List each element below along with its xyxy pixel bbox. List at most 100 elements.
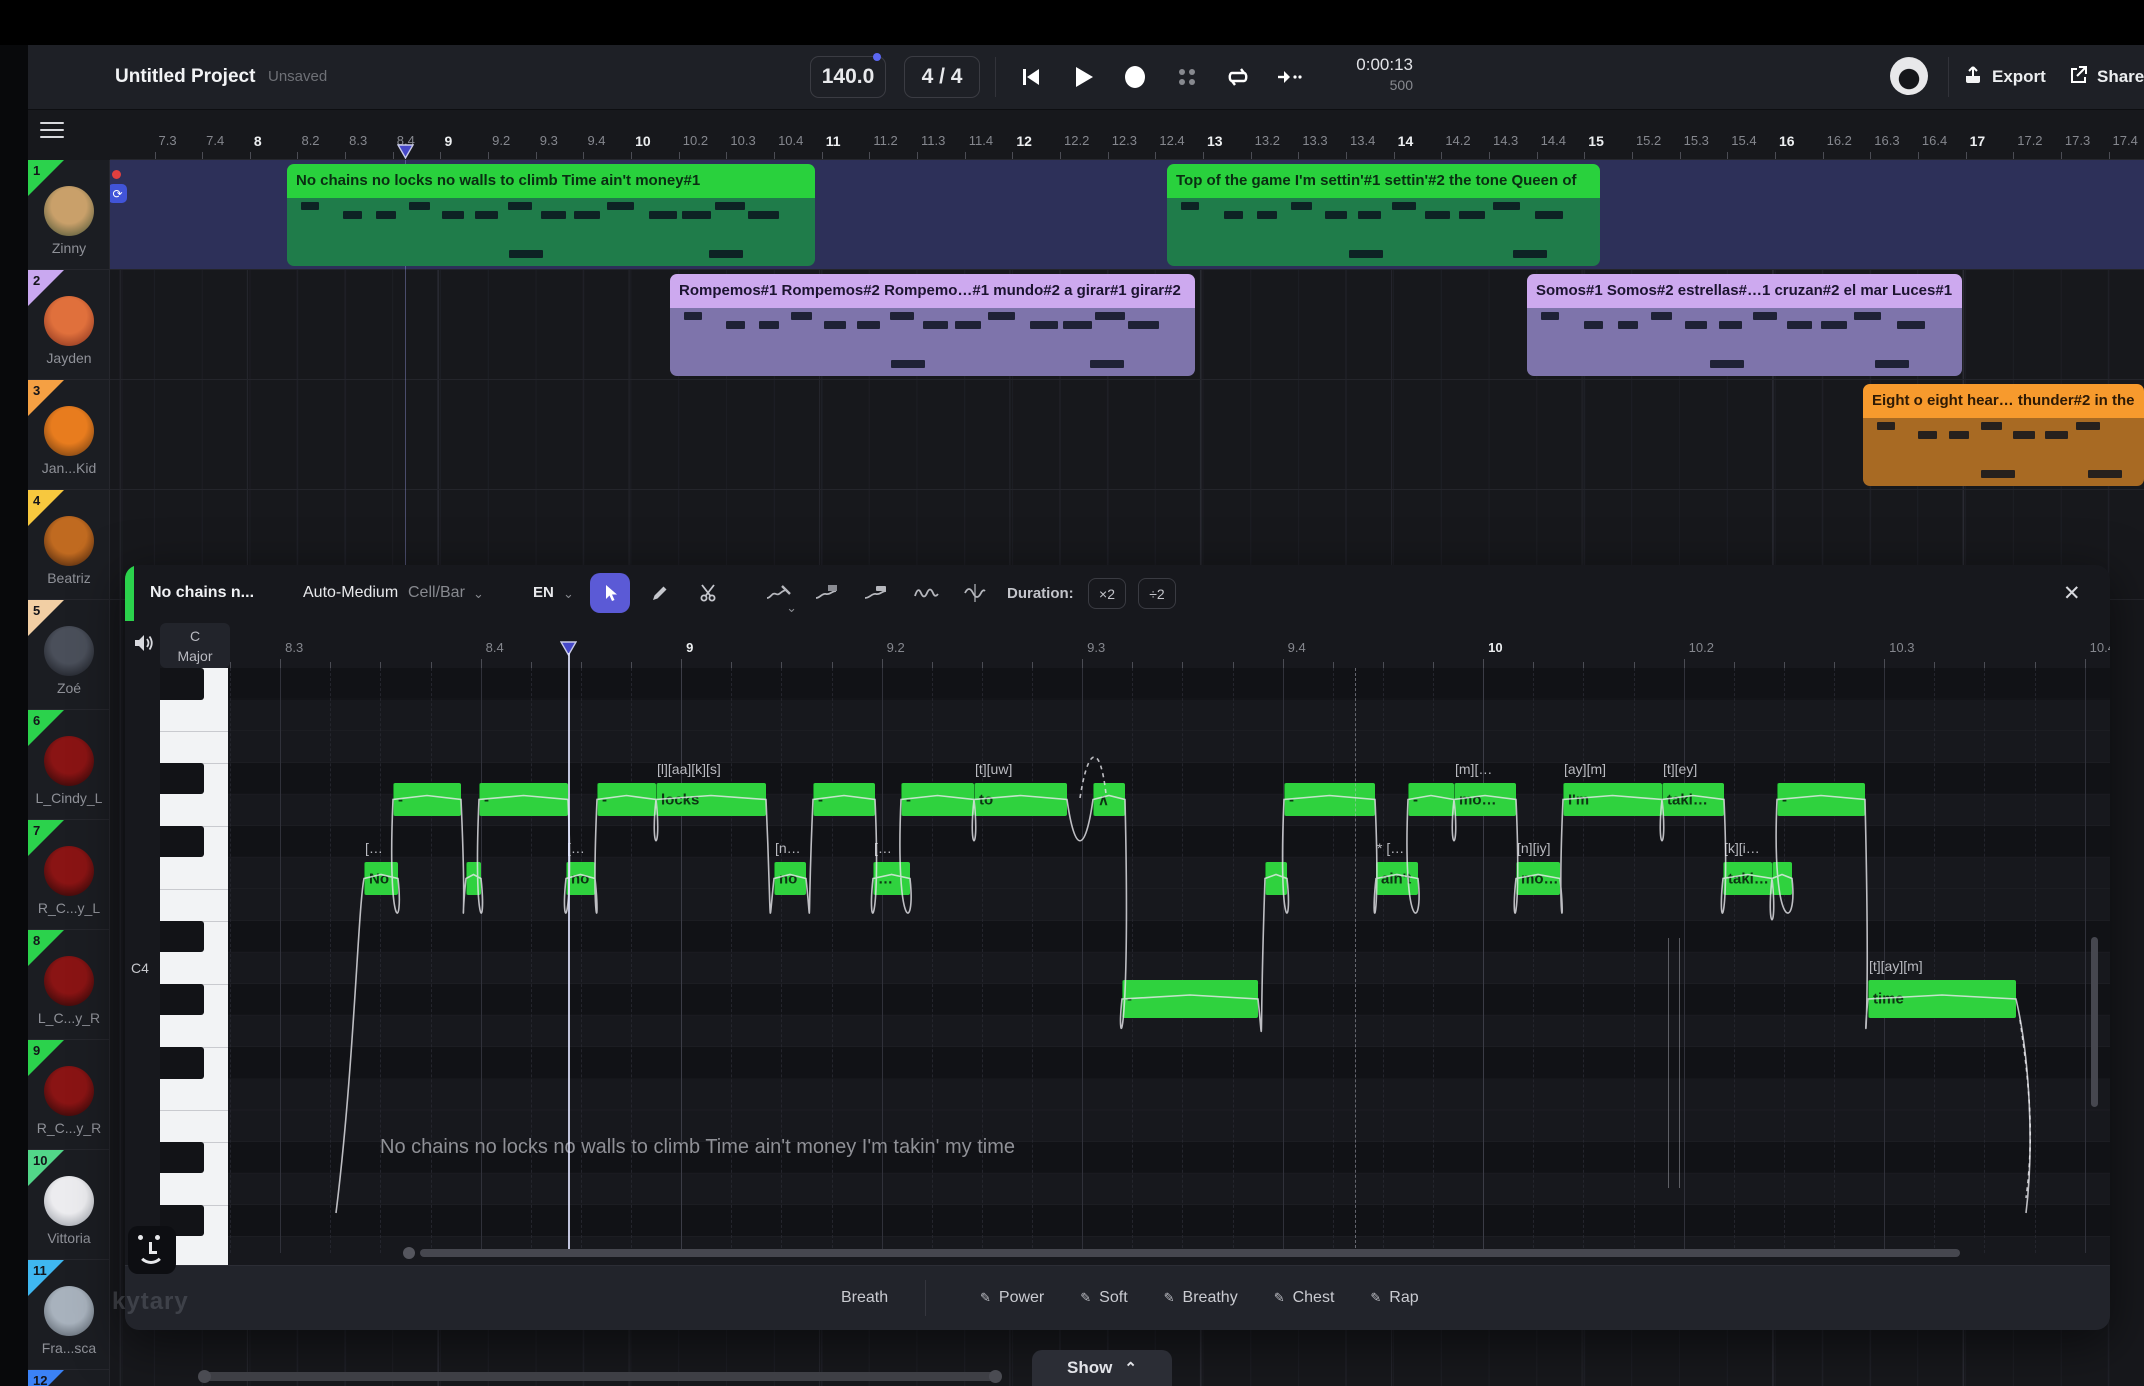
user-avatar[interactable]	[1890, 57, 1928, 95]
track-tile-L_Cindy_L[interactable]: 6L_Cindy_L	[28, 710, 110, 820]
black-key[interactable]	[160, 668, 204, 700]
clip-green[interactable]: Top of the game I'm settin'#1 settin'#2 …	[1167, 164, 1600, 266]
loop-button[interactable]	[1220, 59, 1256, 95]
style-tag-soft[interactable]: ✎Soft	[1080, 1289, 1127, 1307]
language-selector[interactable]: EN	[533, 584, 554, 601]
track-avatar[interactable]	[44, 186, 94, 236]
note[interactable]	[1772, 862, 1792, 895]
black-key[interactable]	[160, 921, 204, 953]
track-avatar[interactable]	[44, 846, 94, 896]
style-tag-chest[interactable]: ✎Chest	[1274, 1289, 1335, 1307]
bottom-scrollbar[interactable]	[202, 1372, 998, 1381]
note[interactable]: -	[1408, 783, 1454, 816]
track-tile-Jan...Kid[interactable]: 3Jan...Kid	[28, 380, 110, 490]
speaker-icon[interactable]	[133, 633, 155, 658]
note[interactable]: taki…[k][i…	[1723, 862, 1772, 895]
note[interactable]: taki…[t][ey]	[1662, 783, 1724, 816]
scissors-tool-button[interactable]	[690, 573, 730, 613]
clip-purple[interactable]: Somos#1 Somos#2 estrellas#…1 cruzan#2 el…	[1527, 274, 1962, 376]
track-tile-R_C...y_R[interactable]: 9R_C...y_R	[28, 1040, 110, 1150]
piano-keys[interactable]	[160, 668, 228, 1268]
clip-orange[interactable]: Eight o eight hear… thunder#2 in the	[1863, 384, 2144, 486]
black-key[interactable]	[160, 826, 204, 858]
select-tool-button[interactable]	[590, 573, 630, 613]
track-avatar[interactable]	[44, 406, 94, 456]
menu-button[interactable]	[40, 122, 64, 140]
note[interactable]: no[…	[566, 862, 595, 895]
editor-mode-sub-label[interactable]: Cell/Bar	[408, 584, 465, 602]
pitch-transition-tool-button[interactable]	[955, 573, 995, 613]
track-avatar[interactable]	[44, 1176, 94, 1226]
track-tile-Vittoria[interactable]: 10Vittoria	[28, 1150, 110, 1260]
pitch-line-tool-button[interactable]: ⌄	[758, 573, 798, 613]
track-loop-badge[interactable]: ⟳	[110, 184, 127, 203]
record-button[interactable]	[1117, 59, 1153, 95]
note[interactable]: -	[1777, 783, 1865, 816]
track-lane[interactable]	[110, 380, 2144, 490]
track-tile-R_C...y_L[interactable]: 7R_C...y_L	[28, 820, 110, 930]
pitch-erase-tool-button[interactable]	[856, 573, 896, 613]
track-avatar[interactable]	[44, 1066, 94, 1116]
note[interactable]: -	[479, 783, 568, 816]
track-avatar[interactable]	[44, 1286, 94, 1336]
timeline-ruler[interactable]: 7.37.488.28.38.499.29.39.41010.210.310.4…	[110, 110, 2144, 160]
clip-green[interactable]: No chains no locks no walls to climb Tim…	[287, 164, 815, 266]
black-key[interactable]	[160, 984, 204, 1016]
note[interactable]: ∧	[1093, 783, 1125, 816]
close-icon[interactable]: ✕	[2063, 581, 2081, 606]
share-button[interactable]: Share	[2068, 61, 2144, 93]
note[interactable]: -	[393, 783, 461, 816]
note[interactable]: -	[1284, 783, 1375, 816]
smiley-face-icon[interactable]	[128, 1226, 176, 1274]
pencil-tool-button[interactable]	[640, 573, 680, 613]
tempo-box[interactable]: 140.0	[810, 56, 886, 98]
note[interactable]: time[t][ay][m]	[1868, 980, 2016, 1018]
note[interactable]: locks[l][aa][k][s]	[656, 783, 766, 816]
note[interactable]: …[…	[873, 862, 910, 895]
track-avatar[interactable]	[44, 626, 94, 676]
note[interactable]: mo…[n][iy]	[1516, 862, 1560, 895]
track-avatar[interactable]	[44, 296, 94, 346]
pitch-anchor-tool-button[interactable]	[807, 573, 847, 613]
play-button[interactable]	[1065, 59, 1101, 95]
track-tile-Beatriz[interactable]: 4Beatriz	[28, 490, 110, 600]
track-tile-Zoé[interactable]: 5Zoé	[28, 600, 110, 710]
note[interactable]: -	[901, 783, 974, 816]
time-signature-box[interactable]: 4 / 4	[904, 56, 980, 98]
duration-x2-button[interactable]: ×2	[1088, 578, 1126, 609]
black-key[interactable]	[160, 763, 204, 795]
track-avatar[interactable]	[44, 516, 94, 566]
track-avatar[interactable]	[44, 736, 94, 786]
editor-ruler[interactable]: 8.38.499.29.39.41010.210.310.4	[228, 623, 2110, 668]
arrangement-playhead-marker[interactable]	[397, 144, 414, 159]
track-tile-Fra...sca[interactable]: 11Fra...sca	[28, 1260, 110, 1370]
style-tag-rap[interactable]: ✎Rap	[1370, 1289, 1418, 1307]
track-tile-12[interactable]: 12	[28, 1370, 110, 1386]
editor-horizontal-scrollbar[interactable]	[420, 1249, 1960, 1257]
note[interactable]	[466, 862, 481, 895]
clip-purple[interactable]: Rompemos#1 Rompemos#2 Rompemo…#1 mundo#2…	[670, 274, 1195, 376]
note[interactable]	[1265, 862, 1287, 895]
note[interactable]: -	[813, 783, 875, 816]
note[interactable]: mo…[m][…	[1454, 783, 1516, 816]
note[interactable]: -	[597, 783, 656, 816]
black-key[interactable]	[160, 1142, 204, 1174]
track-tile-Zinny[interactable]: 1Zinny	[28, 160, 110, 270]
note[interactable]: -	[1122, 980, 1258, 1018]
style-tag-power[interactable]: ✎Power	[980, 1289, 1044, 1307]
show-panel-button[interactable]: Show ⌃	[1032, 1350, 1172, 1386]
track-tile-Jayden[interactable]: 2Jayden	[28, 270, 110, 380]
duration-div2-button[interactable]: ÷2	[1138, 578, 1176, 609]
track-avatar[interactable]	[44, 956, 94, 1006]
editor-clip-name[interactable]: No chains n...	[150, 584, 254, 602]
vibrato-wave-tool-button[interactable]	[906, 573, 946, 613]
export-button[interactable]: Export	[1963, 61, 2046, 93]
track-tile-L_C...y_R[interactable]: 8L_C...y_R	[28, 930, 110, 1040]
key-signature-box[interactable]: C Major	[160, 623, 230, 668]
skip-to-start-button[interactable]	[1013, 59, 1049, 95]
note[interactable]: ain't* […	[1376, 862, 1418, 895]
note[interactable]: No[…	[364, 862, 398, 895]
editor-vertical-scrollbar[interactable]	[2091, 937, 2098, 1107]
piano-roll[interactable]: No chains no locks no walls to climb Tim…	[228, 668, 2110, 1253]
metronome-dots-button[interactable]	[1169, 59, 1205, 95]
